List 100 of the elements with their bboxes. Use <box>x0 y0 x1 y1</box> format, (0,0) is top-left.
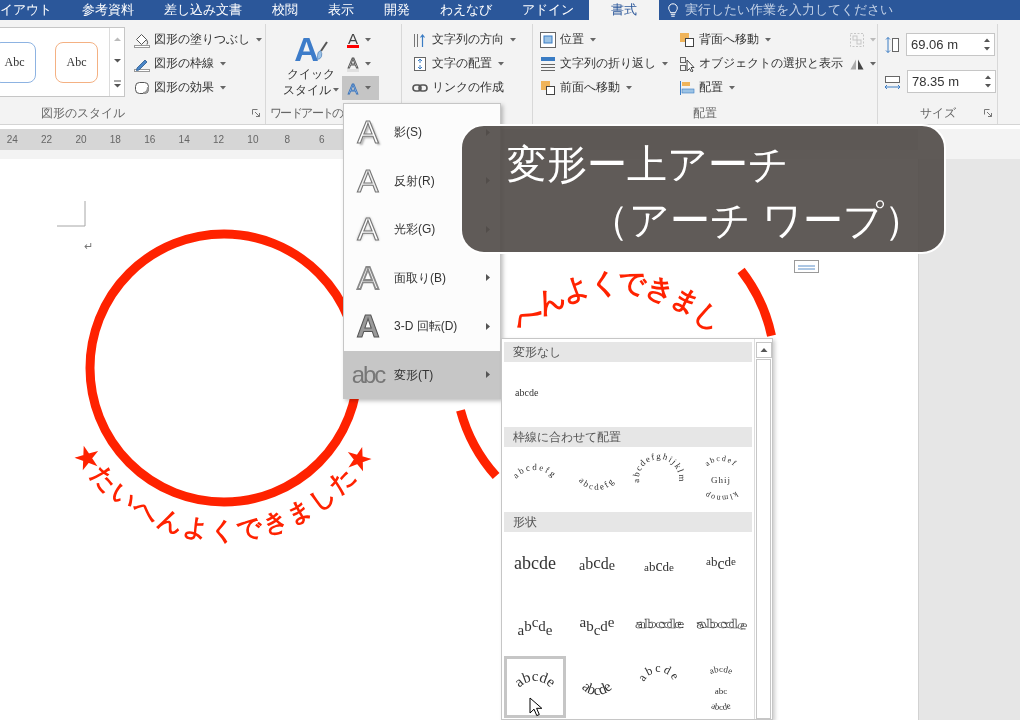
gallery-section-header: 形状 <box>504 512 752 532</box>
layered-squares-icon <box>540 80 556 96</box>
sample-text: abcde <box>515 387 539 398</box>
align-bars-icon <box>679 80 695 96</box>
sample-text: abcde <box>514 553 556 573</box>
group-label: ワードアートの <box>270 106 343 121</box>
stamp-ring-arc <box>737 267 776 337</box>
lightbulb-icon <box>667 3 679 17</box>
ribbon-tab[interactable]: アドイン <box>507 0 589 20</box>
ribbon-tab[interactable]: 校閲 <box>257 0 313 20</box>
ribbon-tab[interactable]: 差し込み文書 <box>149 0 257 20</box>
group-label: サイズ <box>919 105 956 121</box>
sample-text: abcde <box>511 668 559 691</box>
group-label: 配置 <box>693 105 717 121</box>
transform-option[interactable]: abcde <box>628 594 690 656</box>
dialog-launcher-icon[interactable] <box>984 109 992 117</box>
menu-item[interactable]: A 面取り(B) <box>344 253 500 302</box>
ribbon-tab[interactable]: 書式 <box>589 0 659 20</box>
sample-text: Ghij <box>711 475 731 485</box>
style-thumbnail[interactable]: Abc <box>0 41 36 83</box>
text-fill-button[interactable]: A <box>342 28 379 52</box>
ribbon-button[interactable]: 図形の効果 <box>131 76 265 100</box>
sample-text: abc <box>714 686 728 696</box>
ribbon-button[interactable]: オブジェクトの選択と表示 <box>676 52 846 76</box>
ruler-number: 16 <box>143 133 157 147</box>
spin-arrows-icon[interactable] <box>983 37 991 52</box>
sample-text: abcde <box>693 616 749 633</box>
menu-item[interactable]: A 3-D 回転(D) <box>344 302 500 351</box>
ruler-number: 12 <box>211 133 226 147</box>
gallery-section-header: 変形なし <box>504 342 752 362</box>
sample-text: abcde <box>579 553 615 573</box>
width-field[interactable]: 78.35 m <box>907 70 996 93</box>
squares-pointer-icon <box>679 56 695 72</box>
scroll-up-icon[interactable] <box>756 342 772 358</box>
ribbon-button[interactable]: 文字の配置 <box>409 52 519 76</box>
sample-text: abcde <box>635 617 683 632</box>
transform-option[interactable]: abcde <box>628 532 690 594</box>
transform-option[interactable]: abcde <box>566 532 628 594</box>
height-arrow-icon <box>884 35 900 54</box>
transform-option[interactable]: abcde <box>504 656 566 718</box>
transform-option[interactable]: abcde <box>504 594 566 656</box>
transform-option[interactable]: abcde <box>504 532 566 594</box>
transform-option[interactable]: abcde <box>628 656 690 718</box>
corner-mark-icon <box>56 200 86 227</box>
more-icon[interactable] <box>112 80 122 88</box>
ribbon-button[interactable]: 配置 <box>676 76 846 100</box>
ruler-number: 18 <box>108 133 122 147</box>
sample-text: abcde <box>579 678 615 698</box>
stamp-text: ★たいへんよくできました★ <box>70 439 378 544</box>
ribbon-button[interactable]: リンクの作成 <box>409 76 519 100</box>
caption-line: 変形ー上アーチ <box>507 141 790 188</box>
quick-styles-button[interactable]: A クイック スタイル <box>282 28 340 102</box>
transform-option[interactable]: abcdefg <box>566 447 628 509</box>
ribbon-tab[interactable]: わえなび <box>425 0 507 20</box>
style-thumbnail[interactable]: Abc <box>55 41 98 83</box>
ruler-number: 6 <box>317 133 326 147</box>
paint-bucket-icon <box>134 32 150 48</box>
ruler-number: 10 <box>246 133 260 147</box>
ribbon-tab[interactable]: 参考資料 <box>67 0 149 20</box>
transform-option[interactable]: abcdef Ghij klmnop <box>690 447 752 509</box>
ribbon-button[interactable]: 図形の枠線 <box>131 52 265 76</box>
dashed-squares-icon <box>849 32 865 48</box>
ruler-number: 22 <box>40 133 54 147</box>
ribbon-button[interactable]: 文字列の折り返し <box>537 52 676 76</box>
tell-me-field[interactable]: 実行したい作業を入力してください <box>685 1 900 19</box>
ribbon-button[interactable]: 文字列の方向 <box>409 28 519 52</box>
wrap-lines-icon <box>540 56 556 72</box>
transform-option[interactable]: abcde <box>690 594 752 656</box>
scroll-down-icon[interactable] <box>112 58 122 64</box>
lines-arrow-icon <box>412 32 428 48</box>
transform-option[interactable]: abcde <box>504 362 566 424</box>
ruler-number: 14 <box>177 133 191 147</box>
sample-text: abcde <box>517 614 553 638</box>
sample-text: abcde <box>707 664 735 677</box>
ruler-number: 24 <box>5 133 19 147</box>
transform-option[interactable]: abcde <box>566 656 628 718</box>
stamp-arch-text: へんよくできまし <box>505 266 729 337</box>
lines-box-icon <box>794 260 819 273</box>
group-label: 図形のスタイル <box>40 105 125 121</box>
ribbon-tab[interactable]: イアウト <box>0 0 67 20</box>
ribbon-button[interactable]: 背面へ移動 <box>676 28 846 52</box>
ribbon-tab[interactable]: 開発 <box>369 0 425 20</box>
cursor-icon <box>529 697 543 717</box>
ribbon-tab[interactable]: 表示 <box>313 0 369 20</box>
rounded-square-icon <box>134 80 150 96</box>
paragraph-mark: ↵ <box>84 240 93 252</box>
dialog-launcher-icon[interactable] <box>252 109 260 117</box>
transform-option[interactable]: abcde abc abcde <box>690 656 752 718</box>
scrollbar-thumb[interactable] <box>756 359 771 719</box>
ribbon-button[interactable]: 前面へ移動 <box>537 76 676 100</box>
spin-arrows-icon[interactable] <box>984 74 992 89</box>
sample-text: abcde <box>634 661 684 684</box>
sample-text: abcdef <box>702 453 740 469</box>
ribbon-button[interactable]: 位置 <box>537 28 676 52</box>
menu-item[interactable]: abc 変形(T) <box>344 350 500 399</box>
ribbon-button[interactable]: 図形の塗りつぶし <box>131 28 265 52</box>
height-field[interactable]: 69.06 m <box>906 33 995 56</box>
transform-option[interactable]: abcde <box>566 594 628 656</box>
bracket-arrows-icon <box>412 56 428 72</box>
ruler-number: 8 <box>283 133 292 147</box>
